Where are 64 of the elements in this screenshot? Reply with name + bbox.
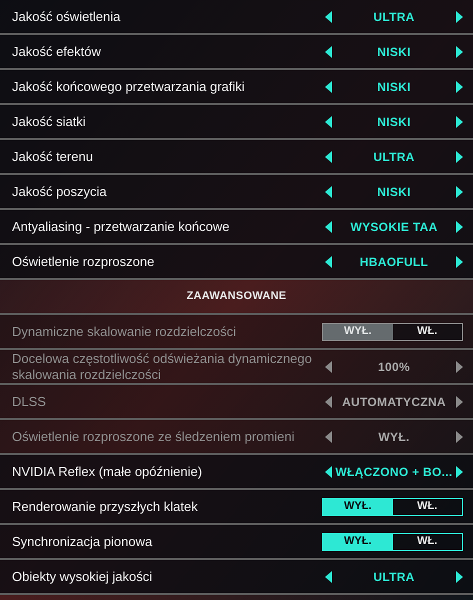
- setting-label: NVIDIA Reflex (małe opóźnienie): [12, 464, 204, 480]
- setting-label: Oświetlenie rozproszone ze śledzeniem promieni: [12, 428, 296, 444]
- left-arrow-icon[interactable]: [325, 466, 332, 478]
- left-arrow-icon[interactable]: [325, 80, 332, 92]
- setting-label: DLSS: [12, 394, 47, 410]
- setting-row[interactable]: Oświetlenie rozproszone HBAOFULL: [0, 245, 473, 280]
- toggle-option[interactable]: WYŁ.: [323, 534, 392, 550]
- setting-value: WŁĄCZONO + BO...: [335, 464, 453, 480]
- right-arrow-icon[interactable]: [456, 256, 463, 268]
- left-arrow-icon[interactable]: [325, 150, 332, 162]
- setting-label: Jakość efektów: [12, 44, 102, 60]
- setting-value: AUTOMATYCZNA: [342, 394, 446, 410]
- setting-value: NISKI: [377, 44, 411, 60]
- right-arrow-icon[interactable]: [456, 570, 463, 582]
- setting-label: Jakość terenu: [12, 148, 94, 164]
- toggle-option[interactable]: WYŁ.: [323, 498, 392, 514]
- setting-row[interactable]: Jakość terenu ULTRA: [0, 140, 473, 175]
- right-arrow-icon[interactable]: [456, 150, 463, 162]
- setting-row[interactable]: Synchronizacja pionowa WYŁ. WŁ.: [0, 525, 473, 560]
- left-arrow-icon[interactable]: [325, 186, 332, 198]
- setting-value: WYSOKIE TAA: [350, 218, 438, 236]
- right-arrow-icon[interactable]: [456, 466, 463, 478]
- setting-value: NISKI: [377, 78, 411, 96]
- setting-value: 100%: [378, 358, 410, 376]
- setting-label: Jakość oświetlenia: [12, 8, 122, 24]
- setting-label: Jakość siatki: [12, 114, 87, 130]
- setting-value: ULTRA: [373, 568, 415, 586]
- setting-label: Oświetlenie rozproszone: [12, 254, 156, 270]
- right-arrow-icon[interactable]: [456, 186, 463, 198]
- left-arrow-icon[interactable]: [325, 116, 332, 128]
- left-arrow-icon[interactable]: [325, 220, 332, 232]
- setting-row[interactable]: Antyaliasing - przetwarzanie końcowe WYSOKIE TAA: [0, 210, 473, 245]
- setting-row[interactable]: Obiekty wysokiej jakości ULTRA: [0, 560, 473, 595]
- left-arrow-icon[interactable]: [325, 10, 332, 22]
- setting-row[interactable]: Jakość poszycia NISKI: [0, 175, 473, 210]
- setting-label: Antyaliasing - przetwarzanie końcowe: [12, 218, 230, 234]
- section-heading: ZAAWANSOWANE: [186, 289, 286, 304]
- setting-row[interactable]: Jakość oświetlenia ULTRA: [0, 0, 473, 35]
- setting-value: NISKI: [377, 114, 411, 130]
- right-arrow-icon[interactable]: [456, 10, 463, 22]
- setting-value: WYŁ.: [378, 428, 410, 446]
- setting-label: Dynamiczne skalowanie rozdzielczości: [12, 324, 237, 340]
- setting-row[interactable]: NVIDIA Reflex (małe opóźnienie) WŁĄCZONO + BO...: [0, 455, 473, 490]
- setting-value: NISKI: [377, 184, 411, 200]
- right-arrow-icon[interactable]: [456, 80, 463, 92]
- right-arrow-icon[interactable]: [456, 46, 463, 58]
- setting-label: Synchronizacja pionowa: [12, 534, 154, 550]
- setting-label: Jakość poszycia: [12, 184, 108, 200]
- setting-value: ULTRA: [373, 8, 415, 26]
- right-arrow-icon[interactable]: [456, 220, 463, 232]
- setting-label: Renderowanie przyszłych klatek: [12, 498, 199, 514]
- setting-row[interactable]: Renderowanie przyszłych klatek WYŁ. WŁ.: [0, 490, 473, 525]
- left-arrow-icon[interactable]: [325, 570, 332, 582]
- setting-value: HBAOFULL: [360, 254, 428, 270]
- left-arrow-icon[interactable]: [325, 46, 332, 58]
- left-arrow-icon[interactable]: [325, 256, 332, 268]
- setting-row[interactable]: Jakość siatki NISKI: [0, 105, 473, 140]
- setting-value: ULTRA: [373, 148, 415, 166]
- setting-row[interactable]: Jakość końcowego przetwarzania grafiki NISKI: [0, 70, 473, 105]
- setting-label: Jakość końcowego przetwarzania grafiki: [12, 78, 246, 94]
- setting-label: Obiekty wysokiej jakości: [12, 568, 154, 584]
- right-arrow-icon[interactable]: [456, 116, 463, 128]
- setting-label: Docelowa częstotliwość odświeżania dynamicznego skalowania rozdzielczości: [12, 350, 312, 382]
- setting-row[interactable]: Jakość efektów NISKI: [0, 35, 473, 70]
